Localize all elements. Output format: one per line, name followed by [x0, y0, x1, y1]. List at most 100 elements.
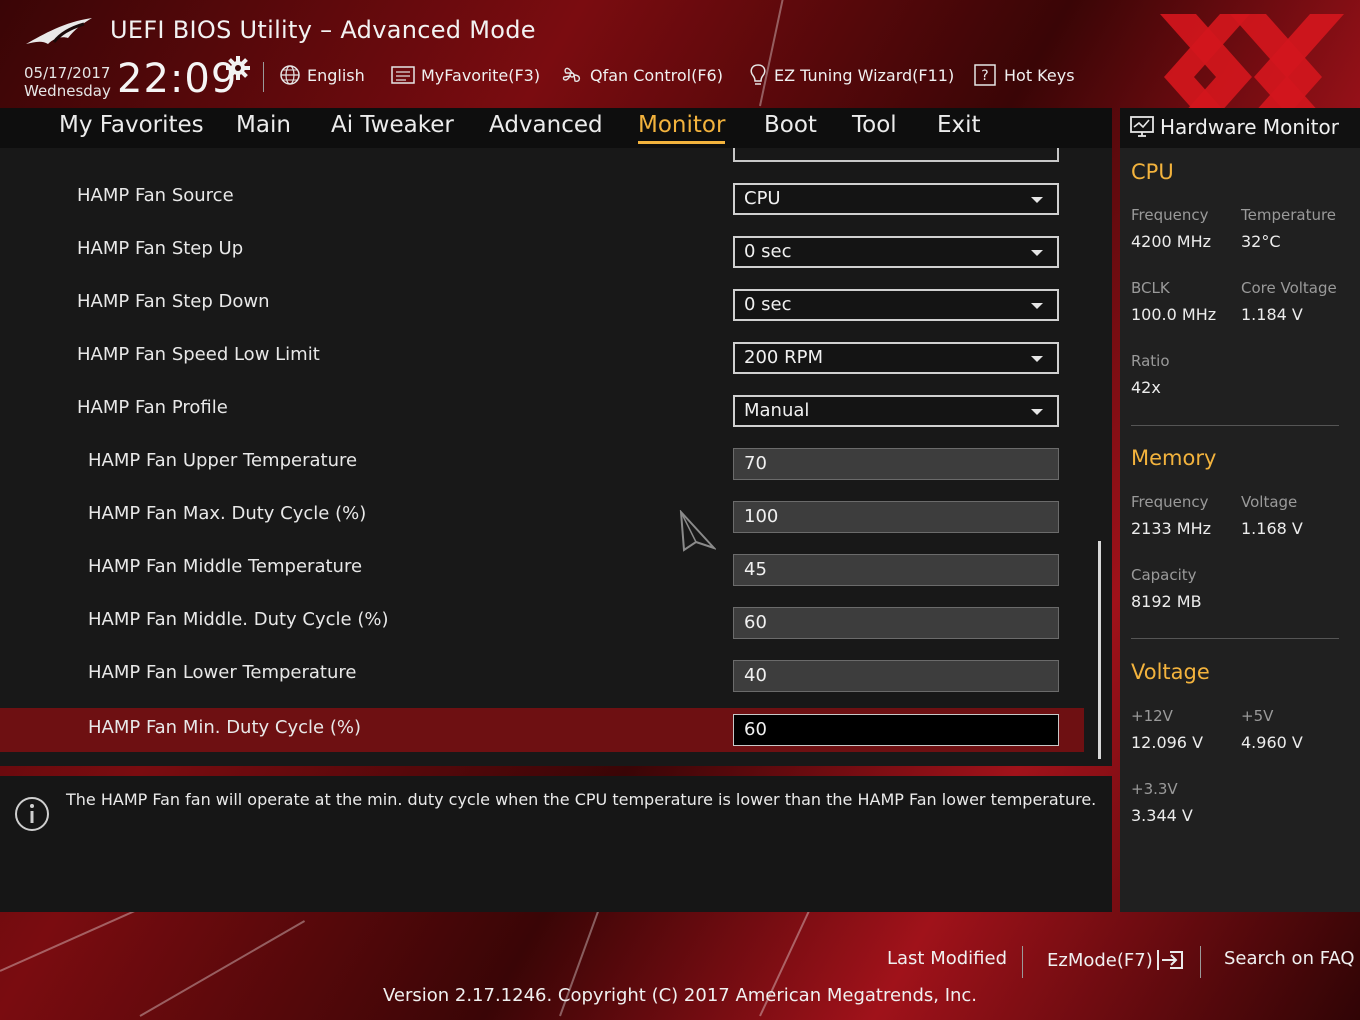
date-display: 05/17/2017 Wednesday	[24, 64, 111, 100]
dropdown-arrow-icon	[1031, 356, 1043, 362]
v5-value: 4.960 V	[1241, 733, 1303, 752]
dropdown-arrow-icon	[1031, 250, 1043, 256]
tab-main[interactable]: Main	[236, 112, 291, 138]
settings-panel: HAMP Fan Source CPU HAMP Fan Step Up 0 s…	[0, 148, 1112, 766]
ez-mode-button[interactable]: EzMode(F7)	[1047, 948, 1186, 972]
hot-keys-label: Hot Keys	[1004, 65, 1075, 85]
ez-mode-label: EzMode(F7)	[1047, 949, 1153, 971]
setting-row-hamp-fan-upper-temperature[interactable]: HAMP Fan Upper Temperature 70	[0, 439, 1084, 483]
memory-heading: Memory	[1131, 446, 1217, 470]
help-question-icon: ?	[974, 64, 996, 86]
previous-row-field-edge	[733, 148, 1059, 162]
app-title: UEFI BIOS Utility – Advanced Mode	[110, 16, 536, 44]
footer-separator	[1200, 946, 1201, 978]
last-modified-button[interactable]: Last Modified	[887, 948, 1007, 969]
hamp-fan-step-down-select[interactable]: 0 sec	[733, 289, 1059, 321]
hamp-fan-speed-low-limit-select[interactable]: 200 RPM	[733, 342, 1059, 374]
setting-label: HAMP Fan Upper Temperature	[88, 450, 358, 471]
core-voltage-value: 1.184 V	[1241, 305, 1303, 324]
bclk-value: 100.0 MHz	[1131, 305, 1217, 324]
tab-boot[interactable]: Boot	[764, 112, 817, 138]
search-faq-button[interactable]: Search on FAQ	[1224, 948, 1355, 969]
setting-row-hamp-fan-source[interactable]: HAMP Fan Source CPU	[0, 174, 1084, 218]
bclk-label: BCLK	[1131, 279, 1170, 297]
hw-divider	[1131, 638, 1339, 639]
hamp-fan-step-up-select[interactable]: 0 sec	[733, 236, 1059, 268]
v33-label: +3.3V	[1131, 780, 1178, 798]
hamp-fan-min-duty-cycle-input[interactable]: 60	[733, 714, 1059, 746]
setting-row-hamp-fan-profile[interactable]: HAMP Fan Profile Manual	[0, 386, 1084, 430]
setting-row-hamp-fan-step-up[interactable]: HAMP Fan Step Up 0 sec	[0, 227, 1084, 271]
select-value: Manual	[744, 400, 810, 421]
capacity-value: 8192 MB	[1131, 592, 1202, 611]
v12-value: 12.096 V	[1131, 733, 1204, 752]
tab-tool[interactable]: Tool	[852, 112, 897, 138]
setting-row-hamp-fan-speed-low-limit[interactable]: HAMP Fan Speed Low Limit 200 RPM	[0, 333, 1084, 377]
setting-label: HAMP Fan Middle Temperature	[88, 556, 363, 577]
qfan-control-label: Qfan Control(F6)	[590, 65, 723, 85]
mouse-cursor-icon	[679, 510, 716, 552]
setting-label: HAMP Fan Step Down	[77, 291, 270, 312]
memory-frequency-value: 2133 MHz	[1131, 519, 1212, 538]
memory-frequency-label: Frequency	[1131, 493, 1209, 511]
header-separator	[263, 62, 264, 92]
cpu-temperature-label: Temperature	[1241, 206, 1337, 224]
gear-icon[interactable]	[226, 56, 250, 80]
select-value: CPU	[744, 188, 781, 209]
setting-label: HAMP Fan Step Up	[77, 238, 244, 259]
date: 05/17/2017	[24, 64, 111, 82]
version-text: Version 2.17.1246. Copyright (C) 2017 Am…	[382, 985, 978, 1006]
tab-monitor[interactable]: Monitor	[638, 112, 726, 144]
favorite-list-icon	[391, 66, 415, 84]
v12-label: +12V	[1131, 707, 1173, 725]
setting-row-hamp-fan-lower-temperature[interactable]: HAMP Fan Lower Temperature 40	[0, 651, 1084, 695]
tab-exit[interactable]: Exit	[937, 112, 981, 138]
ez-tuning-wizard-label: EZ Tuning Wizard(F11)	[774, 65, 955, 85]
cpu-frequency-label: Frequency	[1131, 206, 1209, 224]
hamp-fan-middle-duty-cycle-input[interactable]: 60	[733, 607, 1059, 639]
ez-tuning-wizard-button[interactable]: EZ Tuning Wizard(F11)	[748, 62, 954, 88]
dropdown-arrow-icon	[1031, 409, 1043, 415]
tab-advanced[interactable]: Advanced	[489, 112, 603, 138]
hamp-fan-upper-temperature-input[interactable]: 70	[733, 448, 1059, 480]
lightbulb-icon	[750, 64, 766, 85]
clock: 22:09	[117, 56, 238, 102]
memory-voltage-label: Voltage	[1241, 493, 1298, 511]
hot-keys-button[interactable]: ? Hot Keys	[974, 62, 1075, 88]
hamp-fan-profile-select[interactable]: Manual	[733, 395, 1059, 427]
weekday: Wednesday	[24, 82, 111, 100]
hamp-fan-max-duty-cycle-input[interactable]: 100	[733, 501, 1059, 533]
setting-row-hamp-fan-max-duty-cycle[interactable]: HAMP Fan Max. Duty Cycle (%) 100	[0, 492, 1084, 536]
tab-my-favorites[interactable]: My Favorites	[59, 112, 204, 138]
capacity-label: Capacity	[1131, 566, 1197, 584]
hardware-monitor-title: Hardware Monitor	[1160, 115, 1339, 139]
hardware-monitor-header: Hardware Monitor	[1120, 108, 1360, 148]
setting-row-hamp-fan-middle-duty-cycle[interactable]: HAMP Fan Middle. Duty Cycle (%) 60	[0, 598, 1084, 642]
help-panel: The HAMP Fan fan will operate at the min…	[0, 776, 1112, 912]
help-text: The HAMP Fan fan will operate at the min…	[66, 790, 1097, 809]
my-favorite-button[interactable]: MyFavorite(F3)	[391, 62, 540, 88]
hamp-fan-middle-temperature-input[interactable]: 45	[733, 554, 1059, 586]
setting-row-hamp-fan-step-down[interactable]: HAMP Fan Step Down 0 sec	[0, 280, 1084, 324]
setting-row-hamp-fan-min-duty-cycle[interactable]: HAMP Fan Min. Duty Cycle (%) 60	[0, 708, 1084, 752]
info-icon	[15, 797, 49, 831]
setting-label: HAMP Fan Max. Duty Cycle (%)	[88, 503, 367, 524]
qfan-control-button[interactable]: Qfan Control(F6)	[560, 62, 723, 88]
dropdown-arrow-icon	[1031, 197, 1043, 203]
svg-text:?: ?	[981, 68, 988, 84]
setting-label: HAMP Fan Source	[77, 185, 234, 206]
hamp-fan-source-select[interactable]: CPU	[733, 183, 1059, 215]
globe-icon	[280, 65, 300, 85]
scrollbar[interactable]	[1098, 541, 1101, 759]
hw-divider	[1131, 425, 1339, 426]
setting-row-hamp-fan-middle-temperature[interactable]: HAMP Fan Middle Temperature 45	[0, 545, 1084, 589]
header: UEFI BIOS Utility – Advanced Mode 05/17/…	[0, 0, 1360, 140]
language-button[interactable]: English	[279, 62, 365, 88]
setting-label: HAMP Fan Lower Temperature	[88, 662, 357, 683]
tab-ai-tweaker[interactable]: Ai Tweaker	[331, 112, 454, 138]
hamp-fan-lower-temperature-input[interactable]: 40	[733, 660, 1059, 692]
v5-label: +5V	[1241, 707, 1274, 725]
last-modified-label: Last Modified	[887, 948, 1008, 969]
ratio-value: 42x	[1131, 378, 1161, 397]
main-nav: My Favorites Main Ai Tweaker Advanced Mo…	[0, 108, 1112, 148]
